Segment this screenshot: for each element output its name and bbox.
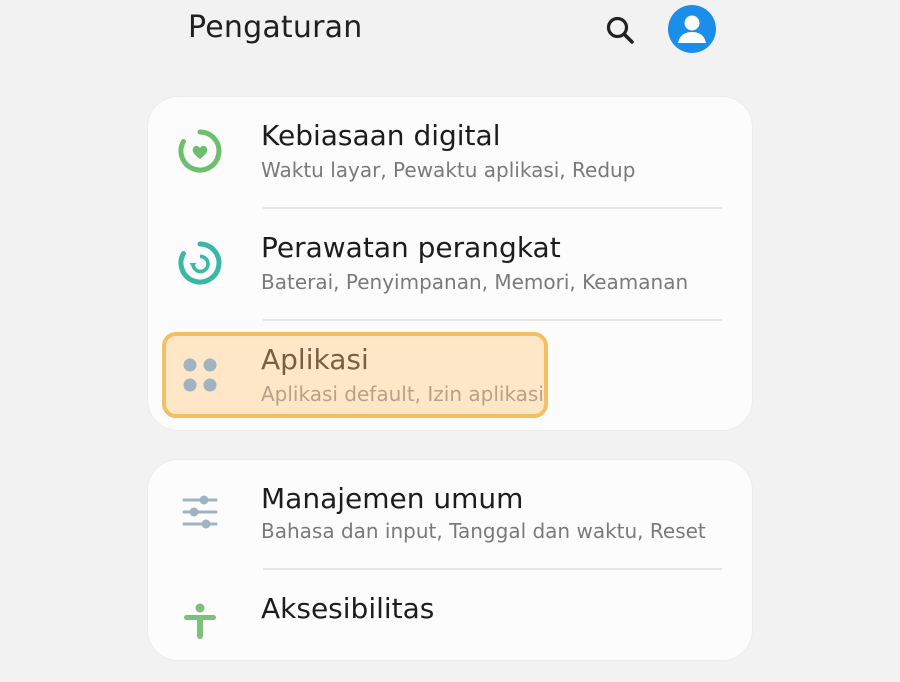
settings-item-general-management[interactable]: Manajemen umum Bahasa dan input, Tanggal… — [148, 460, 752, 572]
accessibility-icon — [176, 598, 224, 646]
settings-item-apps[interactable]: Aplikasi Aplikasi default, Izin aplikasi — [148, 321, 752, 433]
settings-item-device-care[interactable]: Perawatan perangkat Baterai, Penyimpanan… — [148, 209, 752, 321]
item-title: Aplikasi — [261, 343, 369, 376]
item-title: Manajemen umum — [261, 482, 524, 515]
page-title: Pengaturan — [188, 10, 363, 45]
settings-card-1: Kebiasaan digital Waktu layar, Pewaktu a… — [148, 97, 752, 430]
item-title: Aksesibilitas — [261, 592, 435, 625]
settings-item-accessibility[interactable]: Aksesibilitas — [148, 570, 752, 682]
account-button[interactable] — [668, 5, 716, 53]
general-management-icon — [176, 488, 224, 536]
item-title: Kebiasaan digital — [261, 119, 501, 152]
search-button[interactable] — [600, 10, 640, 50]
item-subtitle: Aplikasi default, Izin aplikasi — [261, 382, 544, 406]
search-icon — [606, 16, 634, 44]
apps-icon — [176, 351, 224, 399]
digital-wellbeing-icon — [176, 127, 224, 175]
device-care-icon — [176, 239, 224, 287]
settings-card-2: Manajemen umum Bahasa dan input, Tanggal… — [148, 460, 752, 660]
account-icon — [678, 15, 706, 43]
item-title: Perawatan perangkat — [261, 231, 561, 264]
item-subtitle: Bahasa dan input, Tanggal dan waktu, Res… — [261, 519, 706, 543]
app-header: Pengaturan — [0, 0, 900, 60]
item-subtitle: Waktu layar, Pewaktu aplikasi, Redup — [261, 158, 636, 182]
item-subtitle: Baterai, Penyimpanan, Memori, Keamanan — [261, 270, 689, 294]
settings-item-digital-wellbeing[interactable]: Kebiasaan digital Waktu layar, Pewaktu a… — [148, 97, 752, 209]
